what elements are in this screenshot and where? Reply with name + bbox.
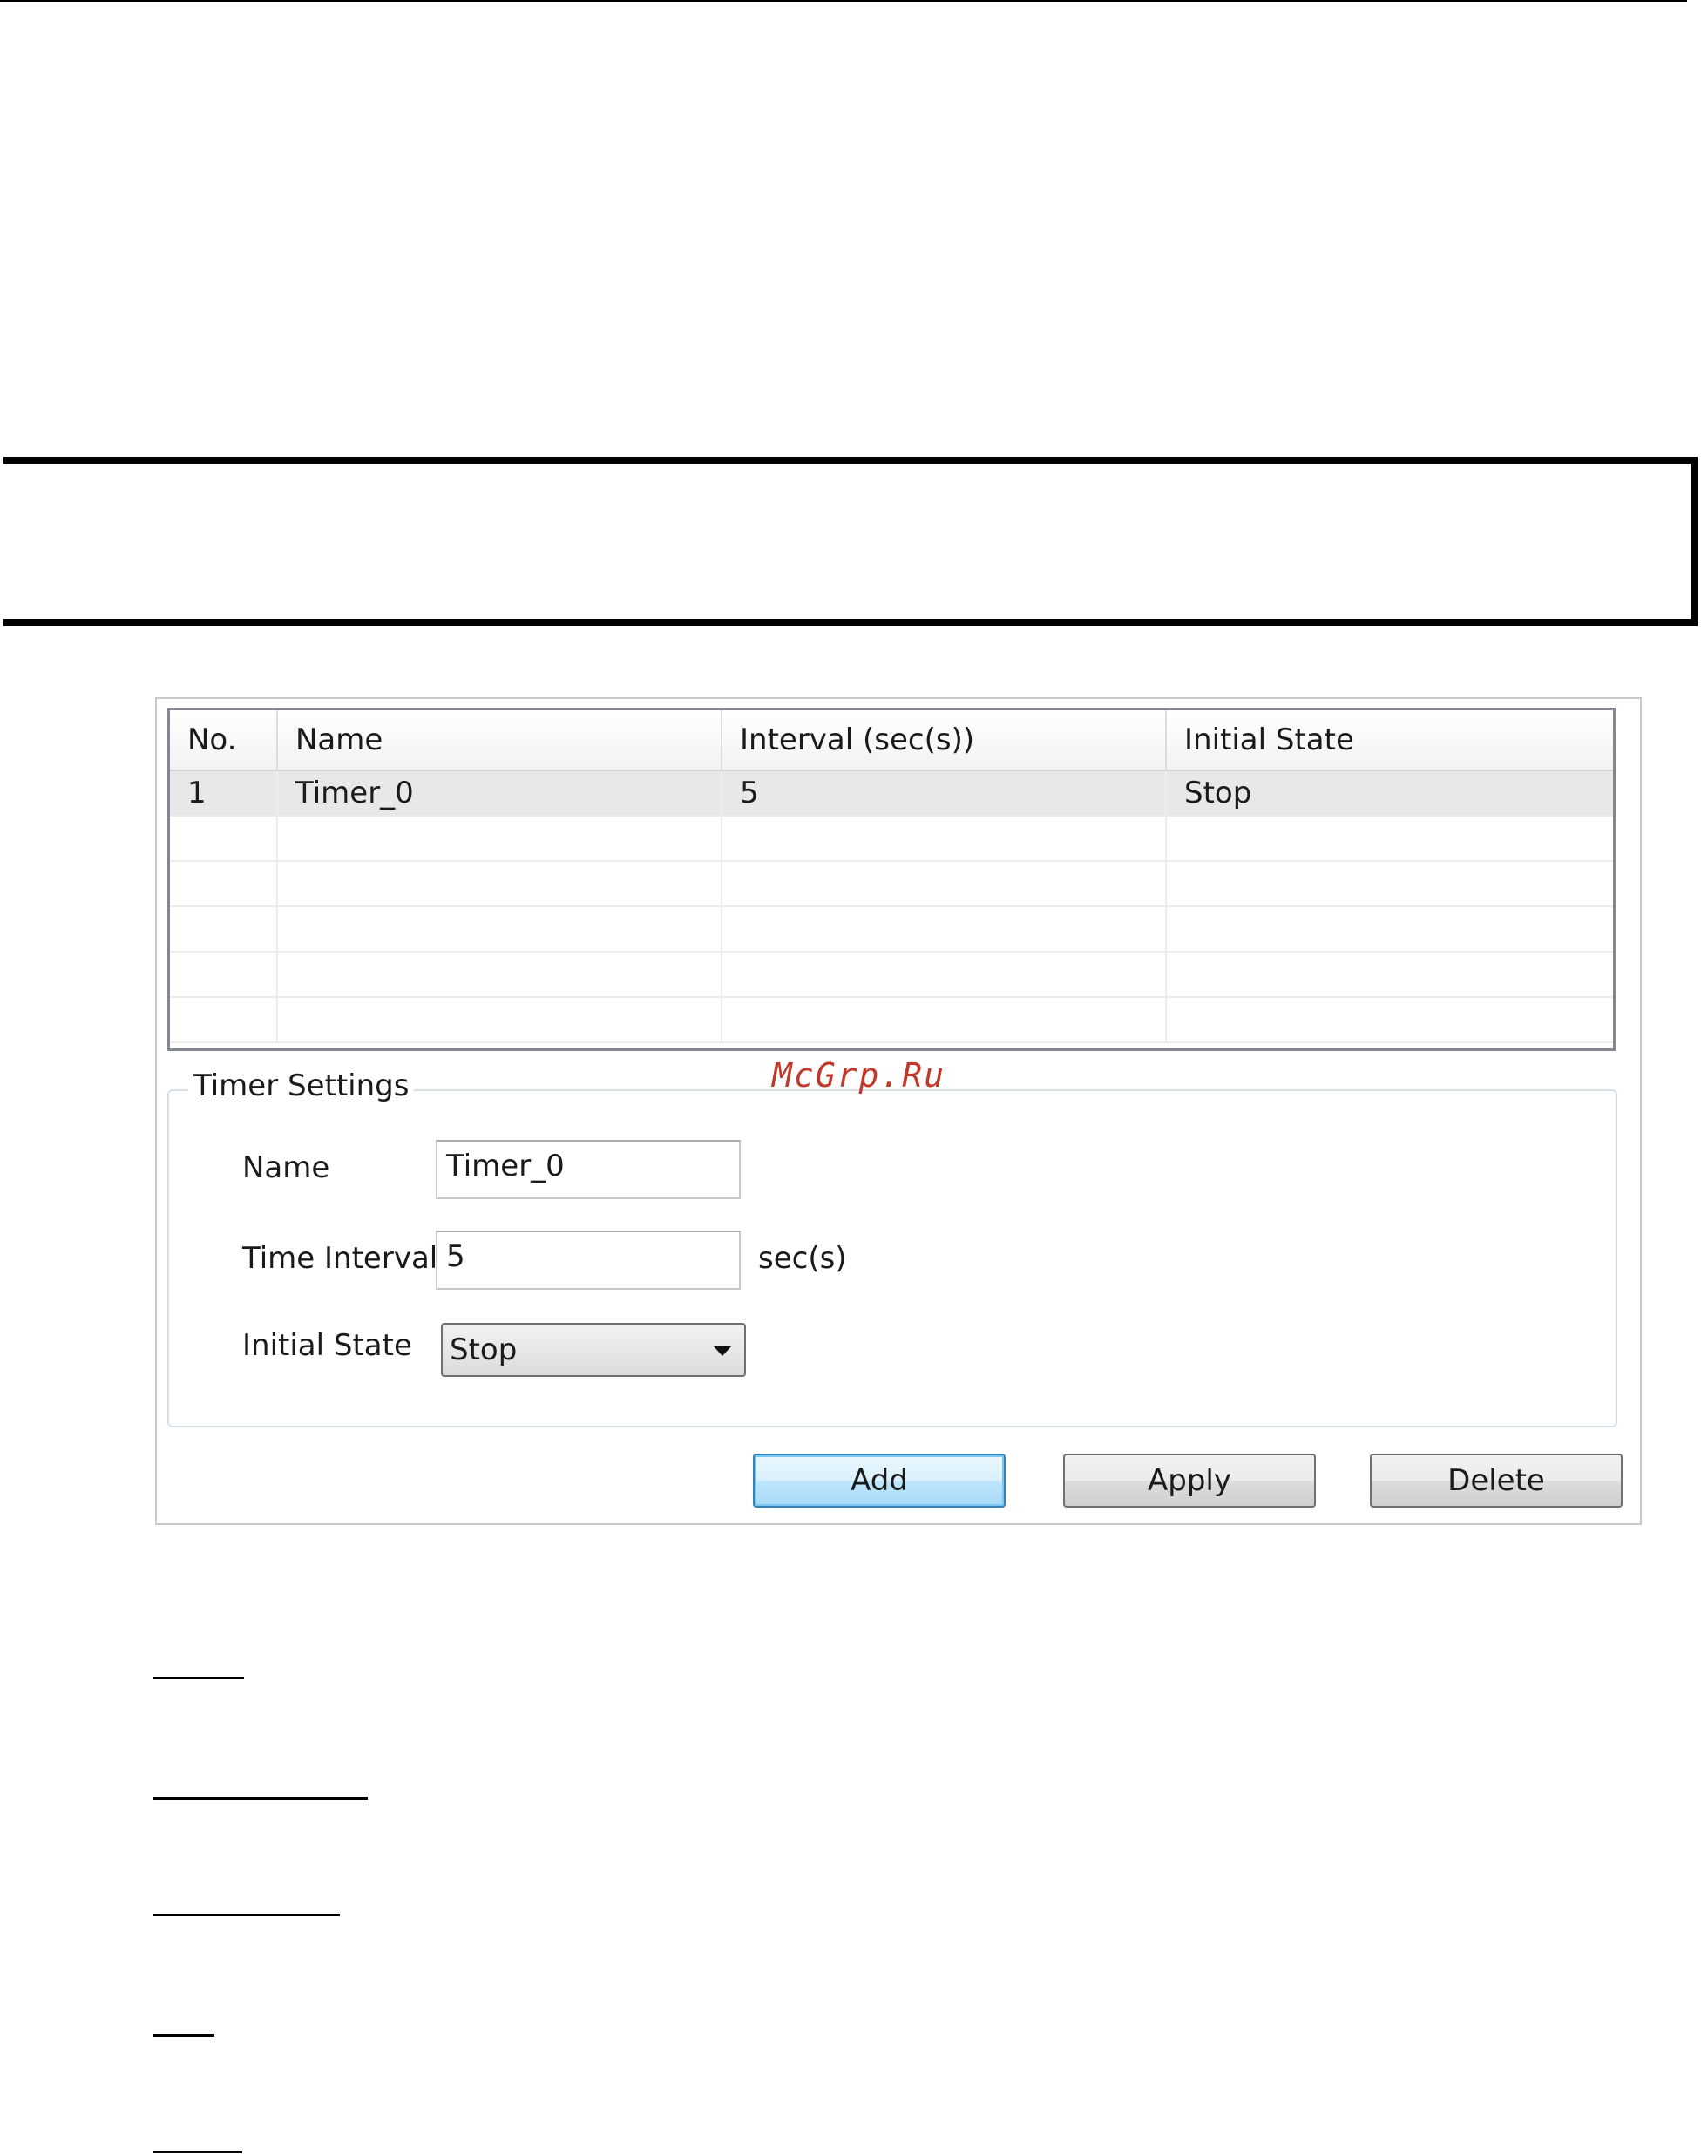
empty-cell — [170, 862, 278, 905]
underline-rule — [153, 1797, 368, 1800]
note-box — [3, 457, 1698, 626]
table-row[interactable]: 1 Timer_0 5 Stop — [170, 771, 1613, 817]
empty-cell — [278, 998, 722, 1041]
empty-cell — [722, 953, 1167, 996]
empty-cell — [170, 907, 278, 951]
timer-list-header: No. Name Interval (sec(s)) Initial State — [170, 710, 1613, 771]
chevron-down-icon — [713, 1346, 732, 1356]
empty-cell — [1167, 862, 1613, 905]
empty-cell — [170, 953, 278, 996]
empty-cell — [278, 862, 722, 905]
empty-cell — [1167, 817, 1613, 860]
underline-rule — [153, 2034, 214, 2037]
underline-rule — [153, 2151, 242, 2153]
empty-cell — [278, 953, 722, 996]
empty-cell — [170, 817, 278, 860]
empty-cell — [278, 817, 722, 860]
empty-row — [170, 862, 1613, 907]
time-interval-input[interactable]: 5 — [436, 1231, 741, 1290]
watermark: McGrp.Ru — [772, 1056, 946, 1095]
initial-state-select[interactable]: Stop — [441, 1323, 746, 1377]
empty-cell — [1167, 998, 1613, 1041]
name-label: Name — [242, 1150, 330, 1185]
empty-row — [170, 907, 1613, 953]
empty-cell — [722, 998, 1167, 1041]
underline-rule — [153, 1677, 244, 1679]
column-header-interval[interactable]: Interval (sec(s)) — [722, 710, 1167, 770]
top-rule — [0, 0, 1687, 2]
cell-interval: 5 — [722, 771, 1167, 815]
column-header-name[interactable]: Name — [278, 710, 722, 770]
timer-settings-group: Timer Settings Name Timer_0 Time Interva… — [167, 1068, 1617, 1427]
apply-button[interactable]: Apply — [1063, 1454, 1316, 1508]
empty-row — [170, 953, 1613, 998]
timer-list[interactable]: No. Name Interval (sec(s)) Initial State… — [167, 708, 1616, 1051]
interval-unit-label: sec(s) — [758, 1241, 847, 1276]
timer-settings-title: Timer Settings — [188, 1068, 415, 1103]
empty-cell — [278, 907, 722, 951]
initial-state-value: Stop — [450, 1332, 518, 1367]
empty-cell — [722, 907, 1167, 951]
cell-initial-state: Stop — [1184, 776, 1252, 810]
empty-cell — [722, 817, 1167, 860]
empty-cell — [722, 862, 1167, 905]
time-interval-label: Time Interval — [242, 1241, 438, 1276]
cell-no: 1 — [170, 771, 278, 815]
column-header-no[interactable]: No. — [170, 710, 278, 770]
empty-row — [170, 817, 1613, 862]
empty-row — [170, 998, 1613, 1043]
timer-panel: No. Name Interval (sec(s)) Initial State… — [155, 697, 1642, 1525]
add-button[interactable]: Add — [753, 1454, 1006, 1508]
underline-rule — [153, 1914, 340, 1916]
delete-button[interactable]: Delete — [1370, 1454, 1623, 1508]
empty-cell — [170, 998, 278, 1041]
initial-state-label: Initial State — [242, 1328, 412, 1363]
empty-cell — [1167, 953, 1613, 996]
cell-name: Timer_0 — [278, 771, 722, 815]
column-header-initial-state[interactable]: Initial State — [1167, 710, 1613, 770]
name-input[interactable]: Timer_0 — [436, 1140, 741, 1199]
empty-cell — [1167, 907, 1613, 951]
